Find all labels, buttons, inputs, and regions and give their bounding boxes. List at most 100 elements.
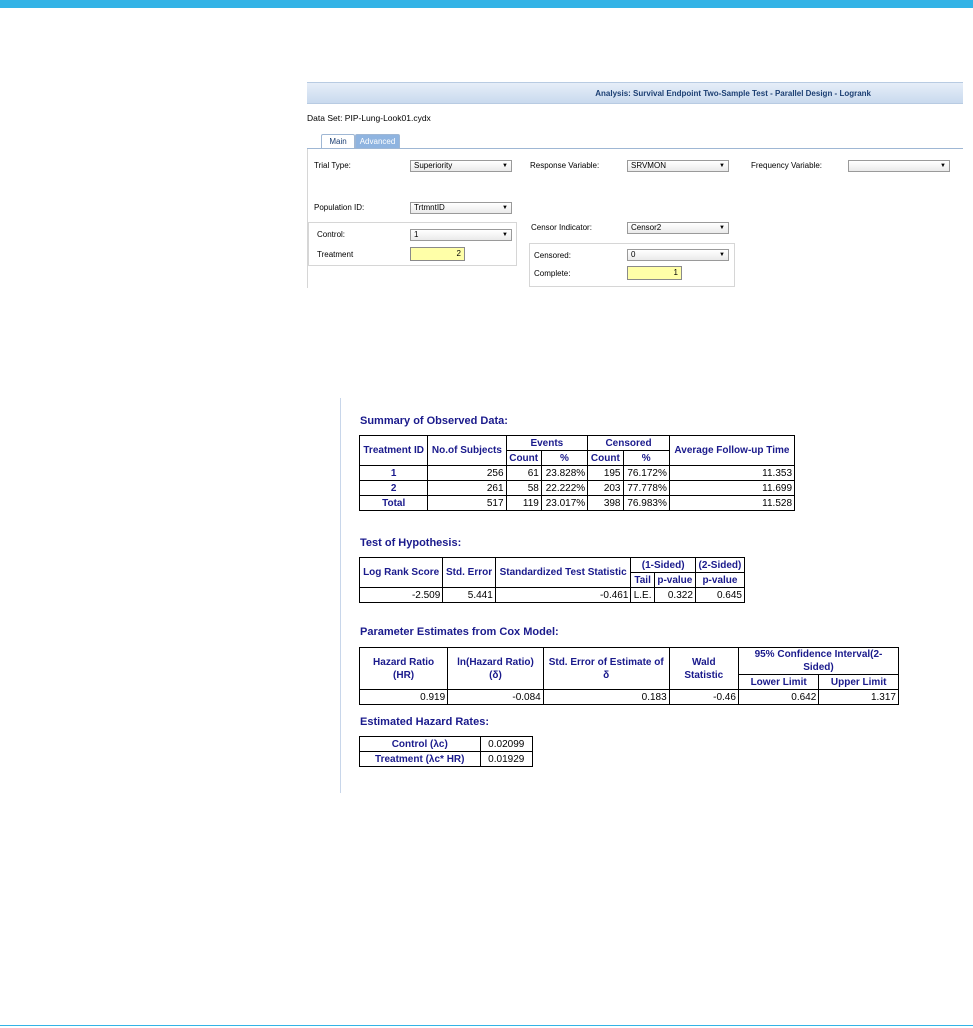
population-id-select[interactable]: TrtmntID ▼: [410, 202, 512, 214]
col-upper: Upper Limit: [818, 674, 899, 690]
tab-advanced[interactable]: Advanced: [355, 134, 400, 148]
col-ci: 95% Confidence Interval(2-Sided): [737, 647, 900, 675]
cell: 203: [587, 480, 624, 496]
censored-value: 0: [631, 250, 636, 259]
complete-label: Complete:: [534, 269, 571, 278]
trial-type-select[interactable]: Superiority ▼: [410, 160, 512, 172]
summary-table: Treatment ID No.of Subjects Events Censo…: [358, 435, 796, 511]
cell: 517: [427, 495, 507, 511]
response-variable-label: Response Variable:: [530, 161, 600, 170]
chevron-down-icon: ▼: [502, 163, 508, 169]
cell: 58: [505, 480, 542, 496]
cell: 0.642: [737, 689, 820, 705]
col-log-rank: Log Rank Score: [358, 557, 444, 588]
treatment-input[interactable]: 2: [410, 247, 465, 261]
frequency-variable-select[interactable]: ▼: [848, 160, 950, 172]
analysis-dialog: Analysis: Survival Endpoint Two-Sample T…: [307, 82, 963, 288]
censored-select[interactable]: 0 ▼: [627, 249, 729, 261]
cell: 195: [587, 465, 624, 481]
hypothesis-table: Log Rank Score Std. Error Standardized T…: [358, 557, 746, 603]
table-row: 1 256 61 23.828% 195 76.172% 11.353: [358, 465, 796, 481]
bottom-accent-line: [0, 1025, 973, 1026]
response-variable-value: SRVMON: [631, 161, 666, 170]
chevron-down-icon: ▼: [719, 225, 725, 231]
cell: Treatment (λc* HR): [359, 751, 481, 767]
cell: 0.183: [542, 689, 670, 705]
trial-type-value: Superiority: [414, 161, 453, 170]
tab-main[interactable]: Main: [321, 134, 355, 148]
complete-input[interactable]: 1: [627, 266, 682, 280]
cell: -0.461: [494, 587, 632, 603]
table-row: Treatment (λc* HR) 0.01929: [359, 751, 533, 767]
control-value: 1: [414, 230, 419, 239]
hypothesis-title: Test of Hypothesis:: [360, 537, 462, 549]
cell: 119: [505, 495, 542, 511]
cell: 1.317: [818, 689, 899, 705]
dialog-title: Analysis: Survival Endpoint Two-Sample T…: [307, 82, 963, 104]
cell: -0.46: [668, 689, 739, 705]
cell: 256: [427, 465, 507, 481]
col-censored-pct: %: [622, 450, 670, 466]
cell: 23.828%: [540, 465, 589, 481]
col-treatment-id: Treatment ID: [358, 435, 429, 466]
cell: 398: [587, 495, 624, 511]
censor-indicator-value: Censor2: [631, 223, 662, 232]
col-ln-hr: ln(Hazard Ratio) (δ): [447, 647, 544, 690]
cell: 0.645: [694, 587, 746, 603]
cell: 5.441: [442, 587, 496, 603]
cell: 11.528: [668, 495, 796, 511]
cox-title: Parameter Estimates from Cox Model:: [360, 626, 559, 638]
summary-title: Summary of Observed Data:: [360, 415, 508, 427]
col-std-stat: Standardized Test Statistic: [494, 557, 632, 588]
chevron-down-icon: ▼: [502, 232, 508, 238]
chevron-down-icon: ▼: [502, 205, 508, 211]
cell: L.E.: [630, 587, 655, 603]
col-censored-count: Count: [587, 450, 624, 466]
control-label: Control:: [317, 230, 346, 239]
dataset-label: Data Set: PIP-Lung-Look01.cydx: [307, 113, 431, 123]
response-variable-select[interactable]: SRVMON ▼: [627, 160, 729, 172]
col-wald: Wald Statistic: [668, 647, 739, 690]
control-select[interactable]: 1 ▼: [410, 229, 512, 241]
cell: 1: [358, 465, 429, 481]
cell: Total: [358, 495, 429, 511]
analysis-report: Summary of Observed Data: Treatment ID N…: [340, 398, 918, 793]
chevron-down-icon: ▼: [719, 252, 725, 258]
col-censored: Censored: [587, 435, 670, 451]
cox-table: Hazard Ratio (HR) ln(Hazard Ratio) (δ) S…: [358, 647, 900, 705]
panel-border: [307, 149, 308, 288]
col-hr: Hazard Ratio (HR): [358, 647, 449, 690]
table-row: 2 261 58 22.222% 203 77.778% 11.699: [358, 480, 796, 496]
hazard-table: Control (λc) 0.02099 Treatment (λc* HR) …: [359, 736, 533, 767]
col-no-subjects: No.of Subjects: [427, 435, 507, 466]
col-pvalue-2: p-value: [694, 572, 746, 588]
col-two-sided: (2-Sided): [694, 557, 746, 573]
col-avg-followup: Average Follow-up Time: [668, 435, 796, 466]
cell: Control (λc): [359, 736, 481, 752]
cell: 261: [427, 480, 507, 496]
cell: -2.509: [358, 587, 444, 603]
cell: 0.919: [358, 689, 449, 705]
table-row: Total 517 119 23.017% 398 76.983% 11.528: [358, 495, 796, 511]
cell: 23.017%: [540, 495, 589, 511]
col-events-count: Count: [505, 450, 542, 466]
frequency-variable-label: Frequency Variable:: [751, 161, 822, 170]
cell: 0.02099: [479, 736, 533, 752]
cell: 0.322: [653, 587, 696, 603]
population-id-label: Population ID:: [314, 203, 365, 212]
cell: 2: [358, 480, 429, 496]
chevron-down-icon: ▼: [719, 163, 725, 169]
chevron-down-icon: ▼: [940, 163, 946, 169]
col-std-error: Std. Error: [442, 557, 496, 588]
cell: 76.983%: [622, 495, 670, 511]
col-tail: Tail: [630, 572, 655, 588]
cell: -0.084: [447, 689, 544, 705]
cell: 0.01929: [479, 751, 533, 767]
table-row: -2.509 5.441 -0.461 L.E. 0.322 0.645: [358, 587, 746, 603]
tab-divider: [307, 148, 963, 149]
censored-label: Censored:: [534, 251, 571, 260]
population-id-value: TrtmntID: [414, 203, 445, 212]
censor-indicator-select[interactable]: Censor2 ▼: [627, 222, 729, 234]
col-lower: Lower Limit: [737, 674, 820, 690]
cell: 61: [505, 465, 542, 481]
